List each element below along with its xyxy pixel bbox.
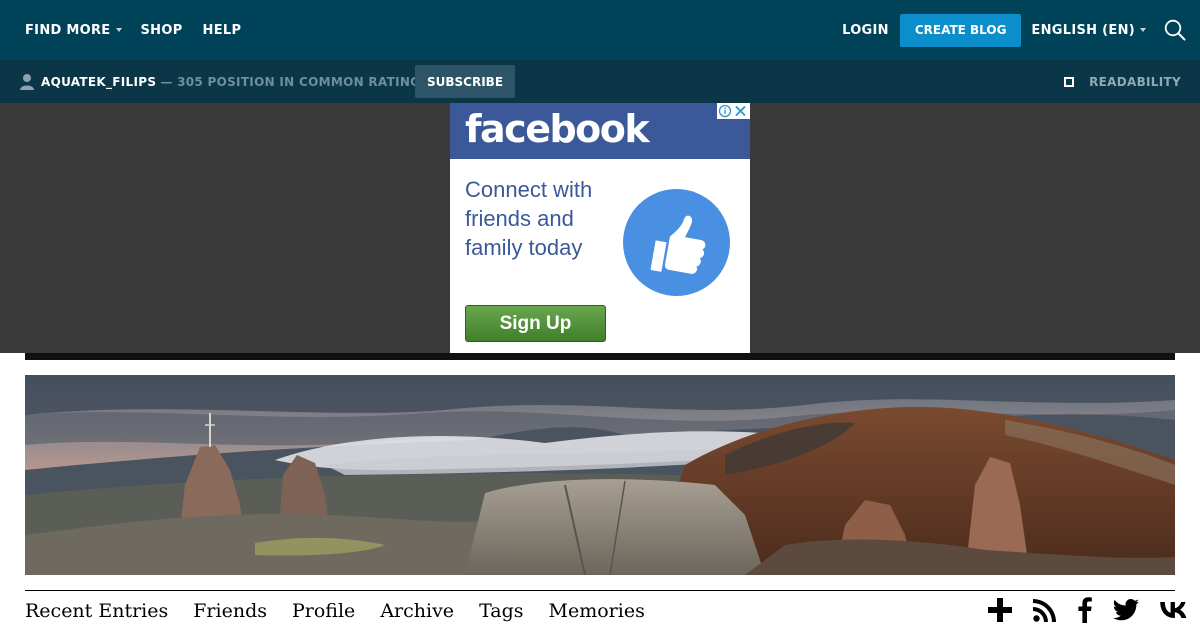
- vk-icon[interactable]: [1160, 602, 1187, 618]
- login-link[interactable]: LOGIN: [842, 23, 889, 38]
- facebook-icon[interactable]: [1078, 597, 1092, 623]
- find-more-menu[interactable]: FIND MORE: [25, 23, 122, 38]
- nav-recent-entries[interactable]: Recent Entries: [25, 600, 168, 622]
- journal-header-image: [25, 375, 1175, 575]
- chevron-down-icon: [115, 28, 122, 32]
- username-link[interactable]: AQUATEK_FILIPS: [41, 75, 156, 89]
- twitter-icon[interactable]: [1113, 599, 1139, 621]
- nav-archive[interactable]: Archive: [380, 600, 454, 622]
- language-label: ENGLISH (EN): [1031, 22, 1135, 38]
- user-icon: [19, 73, 35, 90]
- blog-nav-rule: [25, 590, 1175, 591]
- ad-choices[interactable]: [717, 103, 750, 119]
- top-nav-right: LOGIN CREATE BLOG ENGLISH (EN): [842, 0, 1186, 60]
- help-link[interactable]: HELP: [203, 23, 242, 38]
- facebook-ad[interactable]: facebook Connect with friends and family…: [450, 103, 750, 353]
- shop-link[interactable]: SHOP: [141, 23, 183, 38]
- top-nav-left: FIND MORE SHOP HELP: [25, 0, 241, 60]
- subscribe-button[interactable]: SUBSCRIBE: [415, 65, 515, 98]
- ad-header: facebook: [450, 103, 750, 159]
- rss-icon[interactable]: [1033, 598, 1057, 622]
- readability-checkbox[interactable]: [1064, 76, 1075, 87]
- nav-friends[interactable]: Friends: [193, 600, 267, 622]
- nav-tags[interactable]: Tags: [479, 600, 523, 622]
- header-divider: [25, 353, 1175, 360]
- create-blog-button[interactable]: CREATE BLOG: [899, 13, 1022, 47]
- nav-profile[interactable]: Profile: [292, 600, 355, 622]
- facebook-logo-text: facebook: [465, 107, 650, 151]
- ad-copy: Connect with friends and family today: [465, 177, 593, 260]
- nav-memories[interactable]: Memories: [549, 600, 645, 622]
- language-selector[interactable]: ENGLISH (EN): [1031, 23, 1146, 38]
- rating-text: — 305 POSITION IN COMMON RATING: [160, 74, 421, 89]
- social-links: [988, 595, 1187, 625]
- top-navigation-bar: FIND MORE SHOP HELP LOGIN CREATE BLOG EN…: [0, 0, 1200, 60]
- readability-toggle[interactable]: READABILITY: [1064, 60, 1181, 103]
- journal-owner: AQUATEK_FILIPS — 305 POSITION IN COMMON …: [41, 60, 420, 103]
- find-more-label: FIND MORE: [25, 22, 111, 38]
- journal-navigation: Recent Entries Friends Profile Archive T…: [25, 597, 670, 625]
- chevron-down-icon: [1140, 28, 1146, 32]
- readability-label: READABILITY: [1089, 74, 1181, 89]
- sign-up-button[interactable]: Sign Up: [465, 305, 606, 342]
- plus-icon[interactable]: [988, 598, 1012, 622]
- thumbs-up-icon: [623, 189, 730, 296]
- search-icon[interactable]: [1164, 19, 1186, 41]
